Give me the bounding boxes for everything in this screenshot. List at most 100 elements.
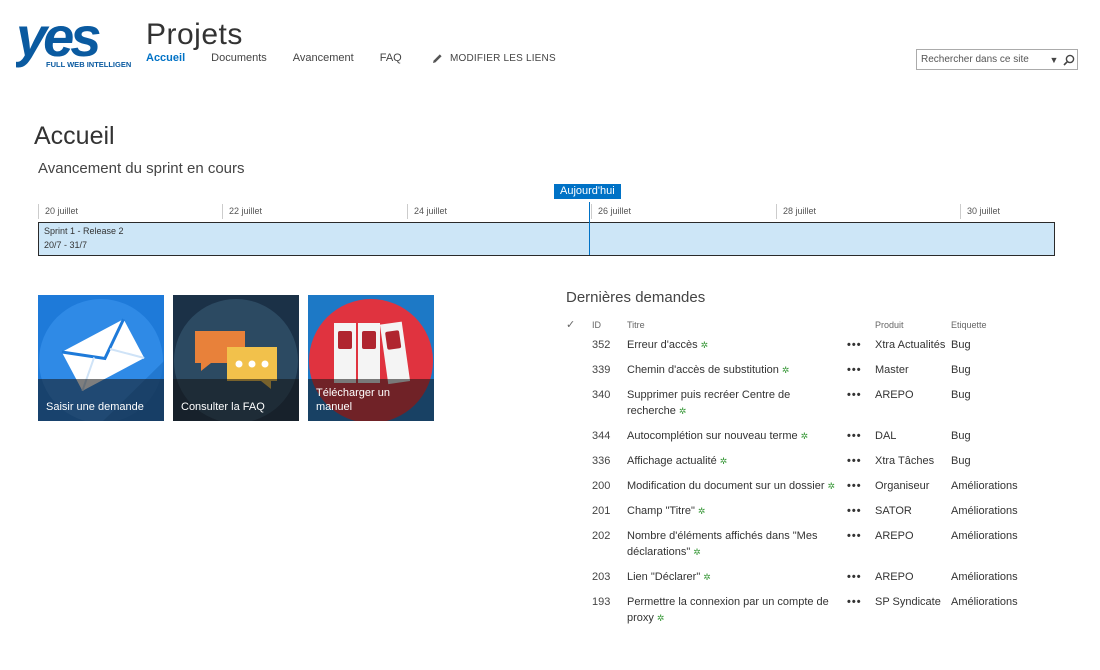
item-menu-button[interactable]: ••• (847, 503, 875, 528)
search-button[interactable] (1061, 50, 1077, 69)
row-select[interactable] (566, 528, 592, 569)
tile-consulter-faq[interactable]: Consulter la FAQ (173, 295, 299, 421)
column-spacer (847, 316, 875, 337)
tile-caption: Consulter la FAQ (173, 379, 299, 421)
request-title-cell: Chemin d'accès de substitution ✲ (627, 362, 847, 387)
request-tag: Bug (951, 339, 971, 351)
table-row[interactable]: 344 Autocomplétion sur nouveau terme ✲ ••• D… (566, 428, 1041, 453)
logo-tagline: FULL WEB INTELLIGENCE (46, 60, 131, 69)
new-item-icon: ✲ (781, 365, 790, 375)
table-row[interactable]: 339 Chemin d'accès de substitution ✲ ••• Mas… (566, 362, 1041, 387)
item-menu-button[interactable]: ••• (847, 528, 875, 569)
request-title-link[interactable]: Lien "Déclarer" (627, 571, 700, 583)
request-id: 201 (592, 505, 611, 517)
request-product: Organiseur (875, 480, 930, 492)
request-title-cell: Lien "Déclarer" ✲ (627, 569, 847, 594)
table-row[interactable]: 193 Permettre la connexion par un compte … (566, 594, 1041, 635)
request-title-cell: Permettre la connexion par un compte de … (627, 594, 847, 635)
table-row[interactable]: 203 Lien "Déclarer" ✲ ••• AREPO Améliorations (566, 569, 1041, 594)
request-title-link[interactable]: Supprimer puis recréer Centre de recherc… (627, 389, 790, 417)
column-etiquette[interactable]: Etiquette (951, 316, 1041, 337)
site-logo[interactable]: yes FULL WEB INTELLIGENCE (13, 5, 142, 72)
request-product: AREPO (875, 530, 914, 542)
nav-documents[interactable]: Documents (211, 52, 267, 64)
request-product: AREPO (875, 571, 914, 583)
table-row[interactable]: 340 Supprimer puis recréer Centre de rech… (566, 387, 1041, 428)
new-item-icon: ✲ (719, 456, 728, 466)
table-row[interactable]: 202 Nombre d'éléments affichés dans "Mes … (566, 528, 1041, 569)
timeline-date: 24 juillet (407, 204, 447, 219)
nav-faq[interactable]: FAQ (380, 52, 402, 64)
item-menu-button[interactable]: ••• (847, 453, 875, 478)
request-title-link[interactable]: Champ "Titre" (627, 505, 695, 517)
request-product: SP Syndicate (875, 596, 941, 608)
request-id: 200 (592, 480, 611, 492)
request-tag: Bug (951, 364, 971, 376)
row-select[interactable] (566, 362, 592, 387)
table-row[interactable]: 201 Champ "Titre" ✲ ••• SATOR Améliorations (566, 503, 1041, 528)
sprint-section-title: Avancement du sprint en cours (38, 160, 245, 177)
request-title-link[interactable]: Nombre d'éléments affichés dans "Mes déc… (627, 530, 817, 558)
request-title-cell: Nombre d'éléments affichés dans "Mes déc… (627, 528, 847, 569)
search-input[interactable] (917, 54, 1047, 65)
tile-telecharger-manuel[interactable]: Télécharger un manuel (308, 295, 434, 421)
today-line (589, 202, 590, 255)
timeline-date: 22 juillet (222, 204, 262, 219)
column-produit[interactable]: Produit (875, 316, 951, 337)
request-product: Xtra Tâches (875, 455, 935, 467)
item-menu-button[interactable]: ••• (847, 594, 875, 635)
column-id[interactable]: ID (592, 316, 627, 337)
tile-saisir-demande[interactable]: Saisir une demande (38, 295, 164, 421)
select-all-checkbox[interactable]: ✓ (566, 316, 592, 337)
request-tag: Bug (951, 455, 971, 467)
edit-links-button[interactable]: MODIFIER LES LIENS (432, 53, 556, 64)
nav-avancement[interactable]: Avancement (293, 52, 354, 64)
timeline-date: 20 juillet (38, 204, 78, 219)
site-title[interactable]: Projets (146, 18, 243, 52)
search-scope-dropdown[interactable]: ▼ (1047, 55, 1061, 65)
new-item-icon: ✲ (656, 613, 665, 623)
row-select[interactable] (566, 337, 592, 362)
item-menu-button[interactable]: ••• (847, 387, 875, 428)
yes-logo-icon: yes FULL WEB INTELLIGENCE (13, 5, 142, 69)
request-id: 352 (592, 339, 611, 351)
request-title-link[interactable]: Chemin d'accès de substitution (627, 364, 779, 376)
item-menu-button[interactable]: ••• (847, 337, 875, 362)
page-title: Accueil (34, 122, 115, 150)
request-product: Xtra Actualités (875, 339, 946, 351)
top-navigation: Accueil Documents Avancement FAQ (146, 52, 428, 64)
table-row[interactable]: 352 Erreur d'accès ✲ ••• Xtra Actualités Bug (566, 337, 1041, 362)
row-select[interactable] (566, 503, 592, 528)
sprint-timeline-bar[interactable]: Sprint 1 - Release 2 20/7 - 31/7 (38, 222, 1055, 256)
new-item-icon: ✲ (700, 340, 709, 350)
item-menu-button[interactable]: ••• (847, 362, 875, 387)
row-select[interactable] (566, 569, 592, 594)
pencil-icon (433, 54, 442, 63)
request-title-link[interactable]: Modification du document sur un dossier (627, 480, 825, 492)
row-select[interactable] (566, 478, 592, 503)
table-row[interactable]: 336 Affichage actualité ✲ ••• Xtra Tâches Bug (566, 453, 1041, 478)
request-tag: Améliorations (951, 571, 1018, 583)
request-product: SATOR (875, 505, 912, 517)
new-item-icon: ✲ (693, 547, 701, 557)
row-select[interactable] (566, 594, 592, 635)
timeline-date: 30 juillet (960, 204, 1000, 219)
request-title-link[interactable]: Autocomplétion sur nouveau terme (627, 430, 798, 442)
request-id: 203 (592, 571, 611, 583)
row-select[interactable] (566, 387, 592, 428)
item-menu-button[interactable]: ••• (847, 478, 875, 503)
request-title-link[interactable]: Affichage actualité (627, 455, 717, 467)
row-select[interactable] (566, 453, 592, 478)
request-title-link[interactable]: Erreur d'accès (627, 339, 698, 351)
item-menu-button[interactable]: ••• (847, 569, 875, 594)
request-title-cell: Modification du document sur un dossier ✲ (627, 478, 847, 503)
row-select[interactable] (566, 428, 592, 453)
column-titre[interactable]: Titre (627, 316, 847, 337)
nav-accueil[interactable]: Accueil (146, 52, 185, 64)
search-box: ▼ (916, 49, 1078, 70)
tile-caption: Télécharger un manuel (308, 379, 434, 421)
timeline-date: 28 juillet (776, 204, 816, 219)
table-row[interactable]: 200 Modification du document sur un dossi… (566, 478, 1041, 503)
item-menu-button[interactable]: ••• (847, 428, 875, 453)
request-id: 193 (592, 596, 611, 608)
